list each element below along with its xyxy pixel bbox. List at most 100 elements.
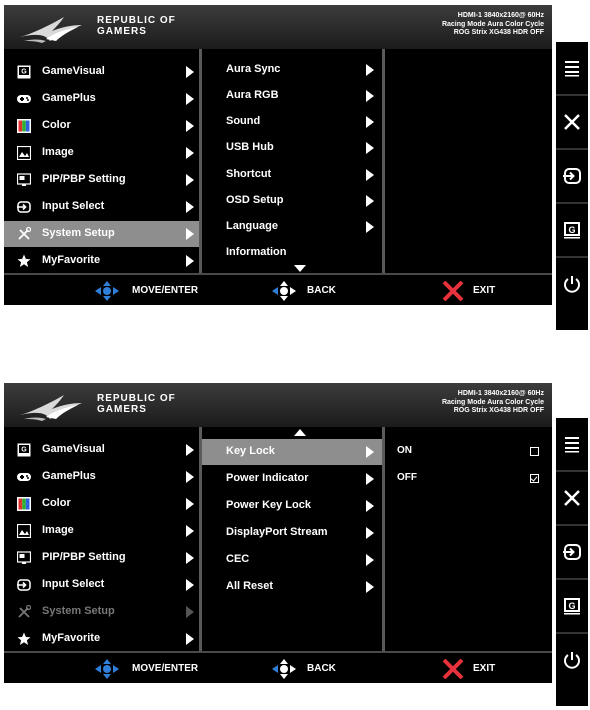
chevron-right-icon [186,498,194,510]
chevron-right-icon [186,471,194,483]
chevron-right-icon [186,66,194,78]
move-enter-button[interactable]: MOVE/ENTER [92,659,198,679]
chevron-right-icon [186,174,194,186]
checkbox-unchecked-icon[interactable] [530,447,539,456]
chevron-right-icon [186,606,194,618]
menu-item-color[interactable]: Color [4,113,199,139]
menu-item-color[interactable]: Color [4,491,199,517]
brand-name: REPUBLIC OF GAMERS [97,15,176,37]
chevron-right-icon [186,228,194,240]
main-menu: G GameVisual GamePlus Color Image PIP/PB… [4,49,199,273]
power-button[interactable] [556,258,588,310]
status-info: HDMI-1 3840x2160@ 60Hz Racing Mode Aura … [441,390,544,414]
gameplus-icon [17,95,31,103]
menu-item-gamevisual[interactable]: G GameVisual [4,59,199,85]
main-menu: G GameVisual GamePlus Color Image PIP/PB… [4,427,199,651]
menu-item-gameplus[interactable]: GamePlus [4,464,199,490]
submenu-item-cec[interactable]: CEC [202,547,382,573]
scroll-down-icon[interactable] [294,265,306,272]
options-column [385,49,552,273]
submenu-item-power-indicator[interactable]: Power Indicator [202,466,382,492]
submenu-item-shortcut[interactable]: Shortcut [202,162,382,188]
menu-item-system-setup[interactable]: System Setup [4,599,199,625]
power-icon [564,652,580,669]
chevron-right-icon [366,500,374,512]
menu-item-image[interactable]: Image [4,518,199,544]
option-off[interactable]: OFF [385,466,552,492]
menu-item-myfavorite[interactable]: MyFavorite [4,626,199,652]
menu-item-pip-pbp[interactable]: PIP/PBP Setting [4,167,199,193]
menu-item-system-setup[interactable]: System Setup [4,221,199,247]
back-button[interactable]: BACK [269,281,336,301]
menu-item-input-select[interactable]: Input Select [4,572,199,598]
exit-x-icon [442,658,464,680]
close-button[interactable] [556,472,588,526]
submenu-item-all-reset[interactable]: All Reset [202,574,382,600]
osd-footer: MOVE/ENTER BACK EXIT [4,651,552,683]
menu-item-gameplus[interactable]: GamePlus [4,86,199,112]
menu-item-input-select[interactable]: Input Select [4,194,199,220]
gamevisual-button[interactable]: G [556,580,588,634]
rog-logo-icon [20,17,82,43]
gameplus-icon [17,473,31,481]
option-on[interactable]: ON [385,439,552,465]
submenu-item-displayport-stream[interactable]: DisplayPort Stream [202,520,382,546]
submenu-item-information[interactable]: Information [202,240,382,266]
menu-button[interactable] [556,418,588,472]
power-icon [564,276,580,293]
system-setup-icon [18,605,31,618]
input-icon [563,168,581,184]
submenu-item-aura-sync[interactable]: Aura Sync [202,57,382,83]
submenu-item-usb-hub[interactable]: USB Hub [202,135,382,161]
menu-item-image[interactable]: Image [4,140,199,166]
checkbox-checked-icon[interactable] [530,474,539,483]
menu-item-myfavorite[interactable]: MyFavorite [4,248,199,274]
back-button[interactable]: BACK [269,659,336,679]
image-icon [17,146,31,160]
chevron-right-icon [186,255,194,267]
gamevisual-icon: G [564,598,580,615]
star-icon [17,254,31,267]
svg-text:G: G [568,225,575,235]
gamevisual-button[interactable]: G [556,204,588,258]
close-button[interactable] [556,96,588,150]
chevron-right-icon [186,579,194,591]
submenu-item-sound[interactable]: Sound [202,109,382,135]
svg-text:G: G [21,69,27,76]
system-setup-submenu-page2: Key Lock Power Indicator Power Key Lock … [202,427,382,651]
monitor-buttons: G [556,42,588,330]
exit-button[interactable]: EXIT [441,658,495,680]
power-button[interactable] [556,634,588,686]
svg-text:G: G [21,447,27,454]
submenu-item-key-lock[interactable]: Key Lock [202,439,382,465]
brand-name: REPUBLIC OF GAMERS [97,393,176,415]
exit-button[interactable]: EXIT [441,280,495,302]
monitor-buttons: G [556,418,588,706]
joystick-move-icon [95,281,119,301]
chevron-right-icon [366,527,374,539]
menu-icon [565,61,579,77]
chevron-right-icon [366,446,374,458]
scroll-up-icon[interactable] [294,429,306,436]
chevron-right-icon [186,633,194,645]
input-button[interactable] [556,526,588,580]
osd-panel-system-setup: REPUBLIC OF GAMERS HDMI-1 3840x2160@ 60H… [4,5,552,305]
menu-item-pip-pbp[interactable]: PIP/PBP Setting [4,545,199,571]
chevron-right-icon [366,116,374,128]
close-icon [564,114,580,130]
input-button[interactable] [556,150,588,204]
joystick-back-icon [272,659,296,679]
submenu-item-osd-setup[interactable]: OSD Setup [202,188,382,214]
menu-item-gamevisual[interactable]: G GameVisual [4,437,199,463]
submenu-item-language[interactable]: Language [202,214,382,240]
chevron-right-icon [186,552,194,564]
chevron-right-icon [186,201,194,213]
menu-button[interactable] [556,42,588,96]
submenu-item-aura-rgb[interactable]: Aura RGB [202,83,382,109]
joystick-move-icon [95,659,119,679]
submenu-item-power-key-lock[interactable]: Power Key Lock [202,493,382,519]
osd-panel-key-lock: REPUBLIC OF GAMERS HDMI-1 3840x2160@ 60H… [4,383,552,683]
move-enter-button[interactable]: MOVE/ENTER [92,281,198,301]
gamevisual-icon: G [17,65,31,79]
close-icon [564,490,580,506]
